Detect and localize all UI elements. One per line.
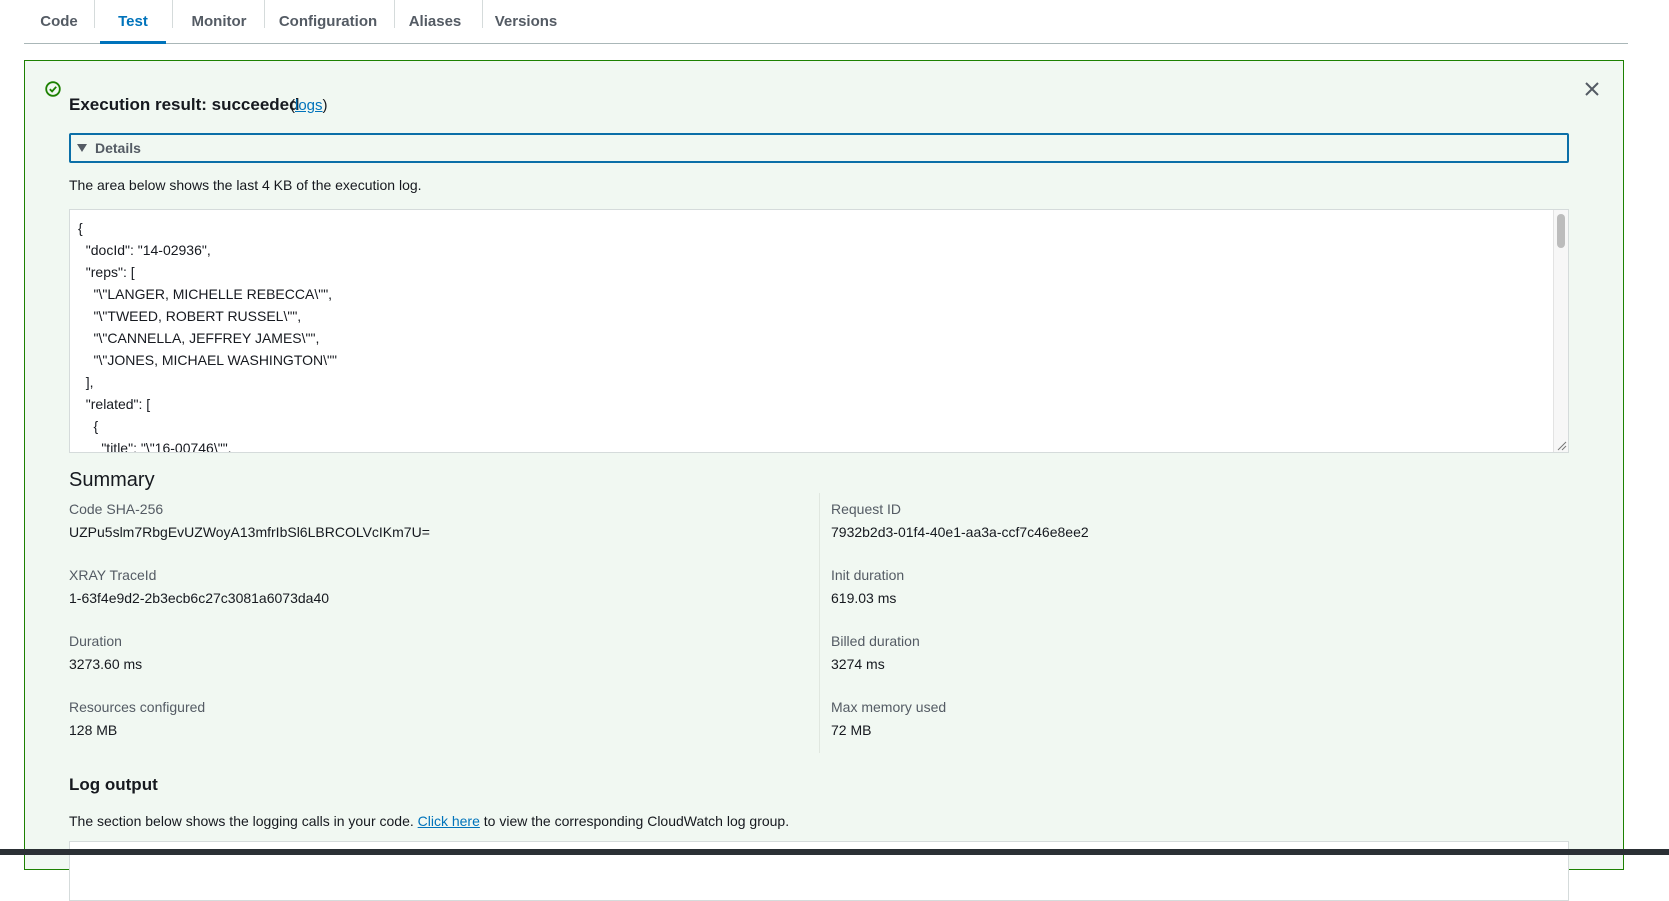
caret-down-icon bbox=[77, 144, 87, 152]
code-sha-value: UZPu5slm7RbgEvUZWoyA13mfrIbSl6LBRCOLVcIK… bbox=[69, 524, 430, 540]
success-check-icon bbox=[45, 81, 61, 97]
cloudwatch-link[interactable]: Click here bbox=[418, 813, 480, 829]
execution-result-title: Execution result: succeeded bbox=[69, 95, 300, 114]
max-memory-value: 72 MB bbox=[831, 722, 872, 738]
log-scrollbar-thumb[interactable] bbox=[1557, 214, 1565, 248]
tab-test[interactable]: Test bbox=[100, 0, 166, 44]
log-output-desc-after: to view the corresponding CloudWatch log… bbox=[479, 813, 790, 829]
init-duration-label: Init duration bbox=[831, 567, 905, 583]
resize-handle-icon[interactable] bbox=[1555, 439, 1567, 451]
summary-column-divider bbox=[819, 493, 820, 753]
log-output-description: The section below shows the logging call… bbox=[69, 813, 789, 829]
bottom-bar bbox=[0, 849, 1669, 855]
logs-link[interactable]: logs bbox=[295, 97, 323, 114]
tab-code[interactable]: Code bbox=[24, 0, 94, 43]
tab-configuration[interactable]: Configuration bbox=[265, 0, 391, 43]
request-id-value: 7932b2d3-01f4-40e1-aa3a-ccf7c46e8ee2 bbox=[831, 524, 1089, 540]
log-output-heading: Log output bbox=[69, 775, 158, 794]
log-scrollbar[interactable] bbox=[1553, 210, 1568, 452]
summary-heading: Summary bbox=[69, 469, 155, 491]
execution-result-panel: Execution result: succeeded (logs) Detai… bbox=[24, 60, 1624, 901]
tab-separator bbox=[94, 0, 95, 28]
max-memory-label: Max memory used bbox=[831, 699, 947, 715]
close-icon bbox=[1585, 82, 1599, 96]
details-label: Details bbox=[95, 140, 141, 156]
execution-log-textarea[interactable]: { "docId": "14-02936", "reps": [ "\"LANG… bbox=[69, 209, 1569, 453]
billed-duration-label: Billed duration bbox=[831, 633, 920, 649]
tab-bar: Code Test Monitor Configuration Aliases … bbox=[24, 0, 1628, 44]
close-button[interactable] bbox=[1580, 77, 1604, 101]
details-toggle[interactable]: Details bbox=[69, 133, 1569, 163]
tab-monitor[interactable]: Monitor bbox=[174, 0, 264, 43]
tab-versions[interactable]: Versions bbox=[482, 0, 570, 43]
xray-traceid-value: 1-63f4e9d2-2b3ecb6c27c3081a6073da40 bbox=[69, 590, 330, 606]
resources-configured-value: 128 MB bbox=[69, 722, 118, 738]
details-description: The area below shows the last 4 KB of th… bbox=[69, 177, 422, 193]
tab-separator bbox=[172, 0, 173, 28]
log-output-desc-before: The section below shows the logging call… bbox=[69, 813, 418, 829]
resources-configured-label: Resources configured bbox=[69, 699, 206, 715]
init-duration-value: 619.03 ms bbox=[831, 590, 897, 606]
tab-aliases[interactable]: Aliases bbox=[394, 0, 476, 43]
logs-paren-close: ) bbox=[322, 97, 328, 114]
duration-label: Duration bbox=[69, 633, 122, 649]
execution-log-text: { "docId": "14-02936", "reps": [ "\"LANG… bbox=[78, 220, 337, 453]
logs-link-group: (logs) bbox=[290, 97, 328, 114]
billed-duration-value: 3274 ms bbox=[831, 656, 885, 672]
request-id-label: Request ID bbox=[831, 501, 902, 517]
duration-value: 3273.60 ms bbox=[69, 656, 143, 672]
xray-traceid-label: XRAY TraceId bbox=[69, 567, 157, 583]
code-sha-label: Code SHA-256 bbox=[69, 501, 164, 517]
